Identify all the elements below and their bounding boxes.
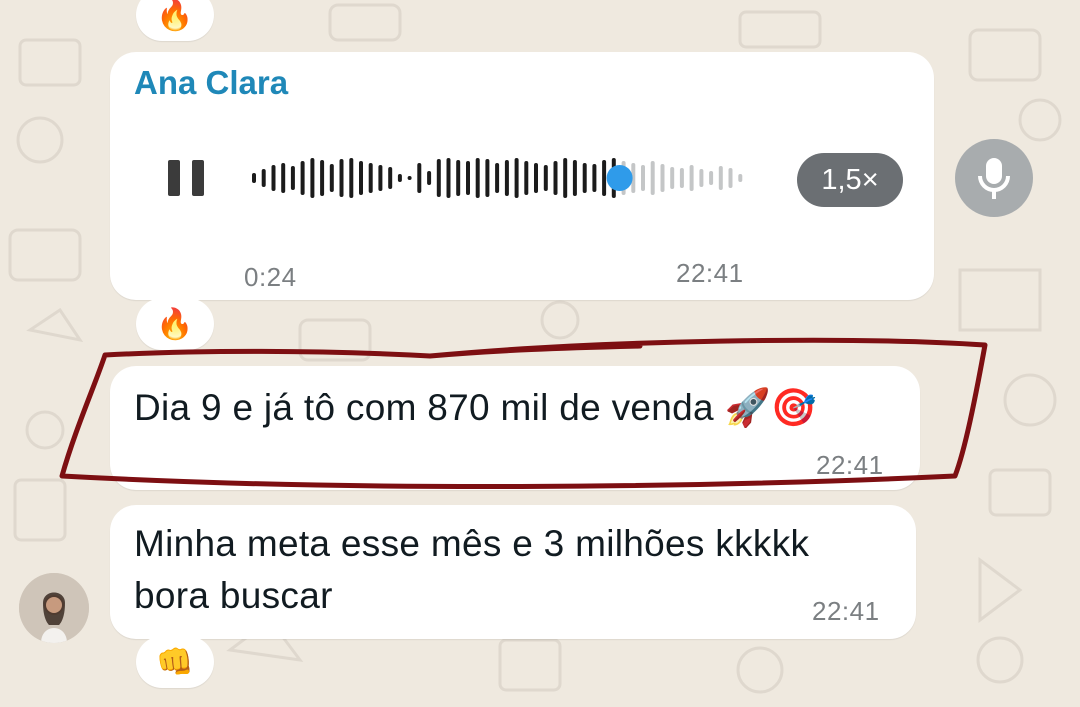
reaction-badge-top[interactable]: 🔥	[136, 0, 214, 41]
fire-emoji: 🔥	[156, 307, 194, 341]
fist-emoji: 👊	[156, 645, 194, 679]
message-text-line-1: Minha meta esse mês e 3 milhões kkkkk	[134, 523, 810, 564]
message-reaction-badge[interactable]: 👊	[136, 636, 214, 688]
playback-speed-button[interactable]: 1,5×	[797, 153, 903, 207]
voice-waveform[interactable]	[250, 148, 750, 208]
message-time: 22:41	[812, 596, 880, 626]
waveform-progress-dot[interactable]	[606, 165, 633, 191]
message-time: 22:41	[816, 450, 884, 480]
voice-reaction-badge[interactable]: 🔥	[136, 298, 214, 350]
fire-emoji: 🔥	[156, 0, 194, 32]
message-text-line-2: bora buscar	[134, 575, 333, 616]
voice-message-time: 22:41	[676, 258, 744, 288]
voice-elapsed-time: 0:24	[244, 262, 297, 292]
message-text: Dia 9 e já tô com 870 mil de venda 🚀🎯	[134, 387, 818, 428]
microphone-icon[interactable]	[955, 139, 1033, 217]
avatar[interactable]	[19, 573, 89, 643]
sender-name[interactable]: Ana Clara	[134, 64, 288, 102]
